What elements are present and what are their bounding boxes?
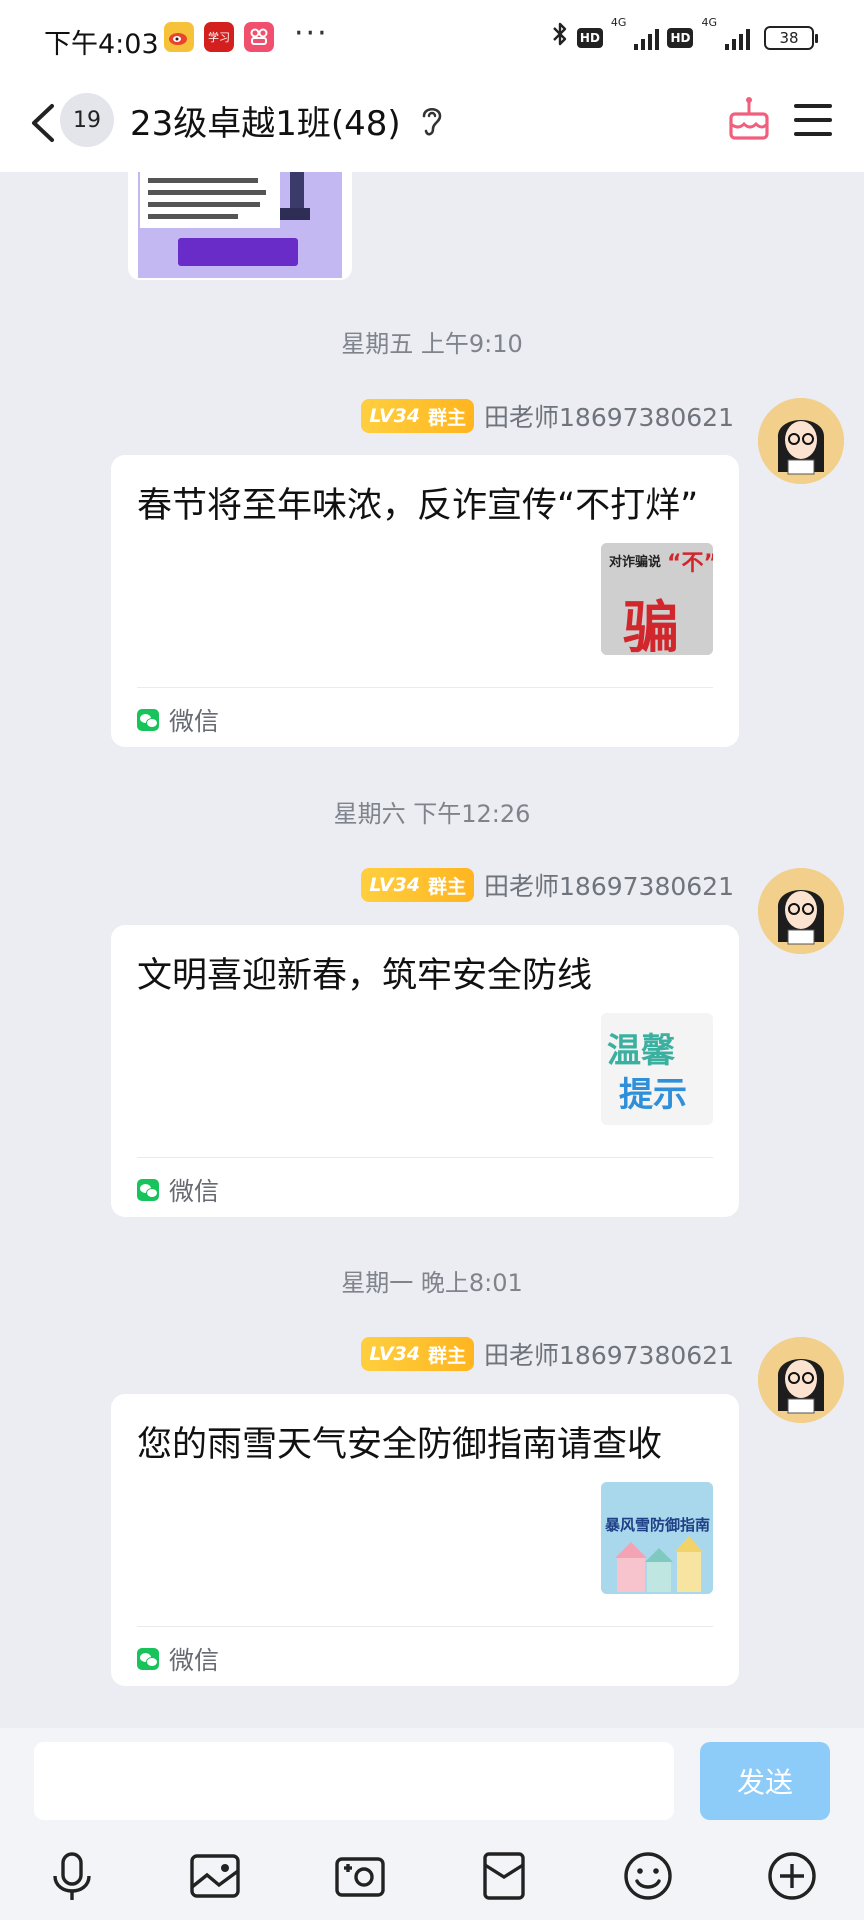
- card-divider: [137, 1157, 713, 1158]
- thumb-text-top: 温馨: [607, 1031, 675, 1071]
- sender-row: LV34 群主 田老师18697380621: [361, 867, 734, 903]
- thumb-text-main: 提示: [619, 1075, 687, 1115]
- video-app-icon: [244, 22, 274, 52]
- message-card[interactable]: 文明喜迎新春，筑牢安全防线 温馨 提示 微信: [111, 925, 739, 1217]
- level-badge: LV34 群主: [361, 399, 475, 433]
- voice-icon[interactable]: [42, 1846, 102, 1906]
- red-packet-icon[interactable]: [474, 1846, 534, 1906]
- send-button[interactable]: 发送: [700, 1742, 830, 1820]
- sender-name[interactable]: 田老师18697380621: [484, 867, 734, 903]
- chat-title[interactable]: 23级卓越1班(48): [130, 96, 401, 145]
- role-text: 群主: [428, 875, 467, 898]
- card-divider: [137, 1626, 713, 1627]
- card-thumbnail: 温馨 提示: [601, 1013, 713, 1125]
- earpiece-mode-icon[interactable]: [418, 102, 446, 144]
- signal-icon-1: [634, 26, 660, 50]
- wechat-icon: [137, 709, 159, 731]
- hd-badge-1: HD: [576, 27, 603, 48]
- input-area: 发送: [0, 1728, 864, 1920]
- level-badge: LV34 群主: [361, 868, 475, 902]
- emoji-icon[interactable]: [618, 1846, 678, 1906]
- source-label: 微信: [169, 1177, 220, 1206]
- level-badge: LV34 群主: [361, 1337, 475, 1371]
- level-text: LV34: [369, 874, 421, 896]
- news-app-icon: 学习: [204, 22, 234, 52]
- sender-row: LV34 群主 田老师18697380621: [361, 1336, 734, 1372]
- message-timestamp: 星期五 上午9:10: [341, 330, 523, 358]
- level-text: LV34: [369, 1343, 421, 1365]
- card-title: 春节将至年味浓，反诈宣传“不打烊”: [137, 486, 699, 526]
- partial-image-message[interactable]: [128, 172, 352, 280]
- weibo-app-icon: [164, 22, 194, 52]
- message-input[interactable]: [34, 1742, 674, 1820]
- source-label: 微信: [169, 707, 220, 736]
- unread-count-badge[interactable]: 19: [60, 93, 114, 147]
- thumb-text-top: 对诈骗说: [609, 555, 662, 570]
- card-thumbnail: 暴风雪防御指南: [601, 1482, 713, 1594]
- message-timestamp: 星期一 晚上8:01: [341, 1269, 523, 1297]
- network-type-1: 4G: [610, 16, 627, 29]
- thumb-text-main: 骗: [623, 596, 679, 655]
- status-time: 下午4:03: [44, 29, 159, 60]
- card-source: 微信: [137, 1641, 219, 1677]
- camera-icon[interactable]: [330, 1846, 390, 1906]
- thumb-text-main: 暴风雪防御指南: [605, 1516, 711, 1534]
- avatar[interactable]: [758, 1337, 844, 1423]
- menu-icon[interactable]: [792, 100, 834, 144]
- status-bar: 下午4:03 学习 ··· HD 4G HD 4G 38: [0, 0, 864, 78]
- wechat-icon: [137, 1179, 159, 1201]
- card-thumbnail: 对诈骗说 “不” 骗: [601, 543, 713, 655]
- card-divider: [137, 687, 713, 688]
- role-text: 群主: [428, 406, 467, 429]
- level-text: LV34: [369, 405, 421, 427]
- source-label: 微信: [169, 1646, 220, 1675]
- role-text: 群主: [428, 1344, 467, 1367]
- thumb-text-quote: “不”: [667, 551, 713, 576]
- card-source: 微信: [137, 1172, 219, 1208]
- battery-icon: 38: [764, 25, 818, 50]
- avatar[interactable]: [758, 868, 844, 954]
- card-title: 您的雨雪天气安全防御指南请查收: [137, 1425, 663, 1465]
- card-title: 文明喜迎新春，筑牢安全防线: [137, 956, 593, 996]
- back-button[interactable]: [24, 98, 64, 148]
- message-card[interactable]: 您的雨雪天气安全防御指南请查收 暴风雪防御指南 微信: [111, 1394, 739, 1686]
- avatar[interactable]: [758, 398, 844, 484]
- sender-name[interactable]: 田老师18697380621: [484, 398, 734, 434]
- card-source: 微信: [137, 702, 219, 738]
- birthday-cake-icon[interactable]: [726, 94, 772, 148]
- signal-icon-2: [725, 26, 750, 50]
- message-card[interactable]: 春节将至年味浓，反诈宣传“不打烊” 对诈骗说 “不” 骗 微信: [111, 455, 739, 747]
- hd-badge-2: HD: [667, 27, 694, 48]
- more-notifications-icon: ···: [294, 16, 329, 51]
- image-icon[interactable]: [185, 1846, 245, 1906]
- sender-row: LV34 群主 田老师18697380621: [361, 398, 734, 434]
- network-type-2: 4G: [701, 16, 717, 29]
- bluetooth-icon: [551, 20, 569, 55]
- wechat-icon: [137, 1648, 159, 1670]
- sender-name[interactable]: 田老师18697380621: [484, 1336, 734, 1372]
- add-more-icon[interactable]: [762, 1846, 822, 1906]
- input-toolbar: [0, 1846, 864, 1912]
- message-timestamp: 星期六 下午12:26: [333, 800, 531, 828]
- chat-header: 19 23级卓越1班(48): [0, 78, 864, 172]
- status-right-group: HD 4G HD 4G 38: [551, 16, 818, 55]
